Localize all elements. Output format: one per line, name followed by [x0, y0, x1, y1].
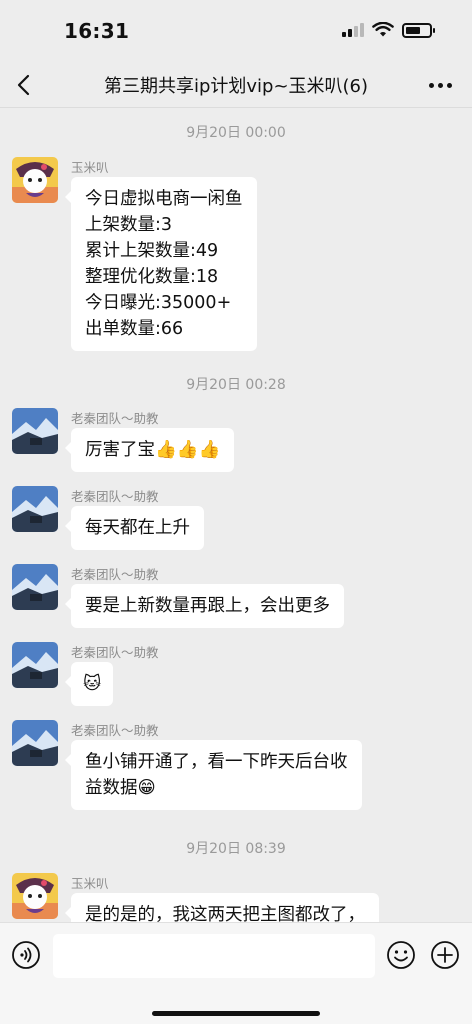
chat-area[interactable]: 9月20日 00:00 玉米叭 今日虚拟电商一闲鱼 上架数量:3 累计上架数量:…	[0, 108, 472, 922]
avatar[interactable]	[12, 408, 58, 454]
message-item: 玉米叭 是的是的，我这两天把主图都改了，	[12, 873, 452, 922]
more-dots-icon[interactable]	[426, 72, 454, 98]
emoji-icon[interactable]	[386, 940, 416, 970]
input-bar	[0, 922, 472, 1024]
message-bubble[interactable]: 厉害了宝👍👍👍	[64, 428, 235, 472]
avatar[interactable]	[12, 486, 58, 532]
message-text: 每天都在上升	[85, 518, 190, 538]
sender-name: 玉米叭	[71, 160, 109, 175]
message-text: 整理优化数量:18	[85, 267, 219, 287]
avatar[interactable]	[12, 720, 58, 766]
chat-title: 第三期共享ip计划vip~玉米叭(6)	[103, 76, 369, 97]
message-text: 上架数量:3	[85, 215, 173, 235]
message-text: 今日曝光:35000+	[85, 293, 232, 313]
sender-name: 老秦团队～助教	[71, 723, 159, 738]
message-item: 玉米叭 今日虚拟电商一闲鱼 上架数量:3 累计上架数量:49 整理优化数量:18…	[12, 157, 452, 351]
status-time: 16:31	[64, 19, 130, 43]
message-text: 鱼小铺开通了，看一下昨天后台收	[85, 752, 348, 772]
sender-name: 玉米叭	[71, 876, 109, 891]
message-bubble[interactable]: 每天都在上升	[65, 506, 204, 550]
message-bubble[interactable]: 要是上新数量再跟上，会出更多	[65, 584, 344, 628]
message-text: 要是上新数量再跟上，会出更多	[85, 596, 330, 616]
chevron-left-icon[interactable]	[10, 70, 40, 100]
sender-name: 老秦团队～助教	[71, 489, 159, 504]
message-text: 益数据😁	[85, 778, 156, 798]
message-bubble[interactable]: 今日虚拟电商一闲鱼 上架数量:3 累计上架数量:49 整理优化数量:18 今日曝…	[65, 177, 257, 351]
battery-icon	[402, 22, 435, 38]
timestamp: 9月20日 08:39	[186, 841, 286, 857]
message-item: 老秦团队～助教 要是上新数量再跟上，会出更多	[12, 564, 452, 634]
avatar[interactable]	[12, 157, 58, 203]
message-bubble[interactable]: 鱼小铺开通了，看一下昨天后台收 益数据😁	[65, 740, 362, 810]
message-bubble[interactable]: 是的是的，我这两天把主图都改了，	[65, 893, 379, 922]
timestamp: 9月20日 00:28	[186, 377, 286, 393]
avatar[interactable]	[12, 873, 58, 919]
sender-name: 老秦团队～助教	[71, 645, 159, 660]
signal-icon	[342, 23, 364, 37]
message-item: 老秦团队～助教 每天都在上升	[12, 486, 452, 556]
status-bar: 16:31	[0, 0, 472, 62]
avatar[interactable]	[12, 564, 58, 610]
message-item: 老秦团队～助教 鱼小铺开通了，看一下昨天后台收 益数据😁	[12, 720, 452, 820]
avatar[interactable]	[12, 642, 58, 688]
message-text: 出单数量:66	[85, 319, 184, 339]
sender-name: 老秦团队～助教	[71, 567, 159, 582]
sender-name: 老秦团队～助教	[71, 411, 159, 426]
message-text: 厉害了宝👍👍👍	[85, 440, 221, 460]
message-item: 老秦团队～助教 厉害了宝👍👍👍	[12, 408, 452, 478]
nav-bar: 第三期共享ip计划vip~玉米叭(6)	[0, 62, 472, 108]
message-text: 累计上架数量:49	[85, 241, 219, 261]
wifi-icon	[372, 22, 394, 37]
message-input[interactable]	[53, 934, 375, 978]
timestamp: 9月20日 00:00	[186, 125, 286, 141]
message-item: 老秦团队～助教 🐱	[12, 642, 452, 712]
voice-icon[interactable]	[11, 940, 41, 970]
add-icon[interactable]	[430, 940, 460, 970]
message-text: 今日虚拟电商一闲鱼	[85, 189, 243, 209]
message-bubble[interactable]: 🐱	[64, 662, 114, 706]
status-icons	[342, 22, 435, 38]
home-indicator	[152, 1011, 320, 1016]
message-text: 是的是的，我这两天把主图都改了，	[85, 905, 365, 922]
message-text: 🐱	[83, 674, 102, 694]
